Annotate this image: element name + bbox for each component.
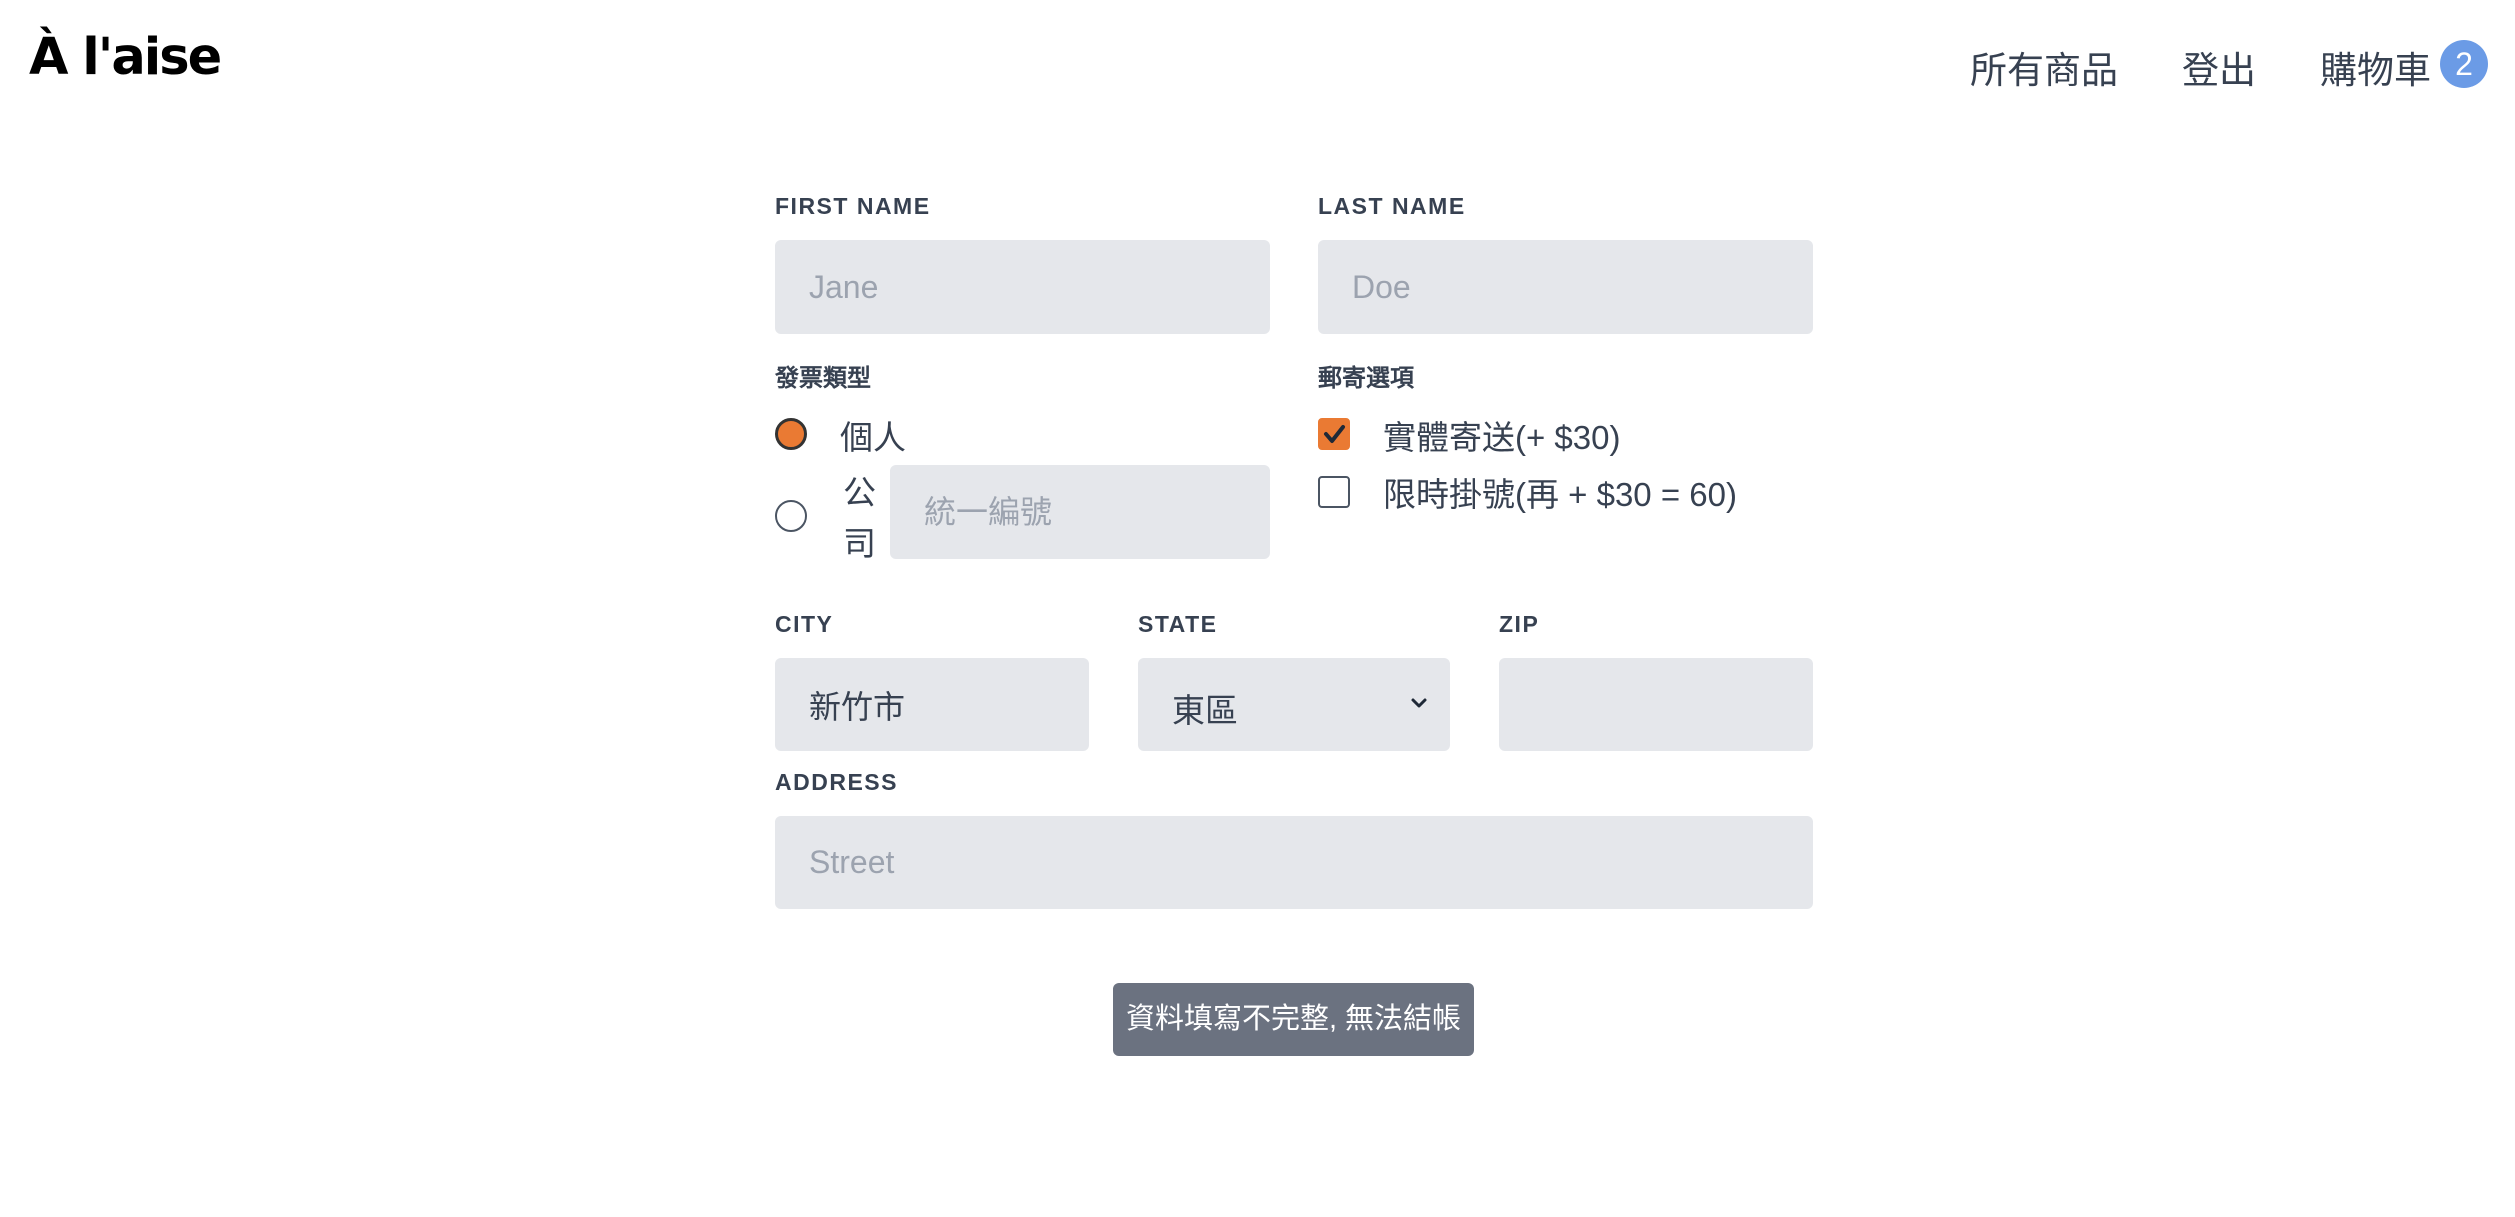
address-input[interactable] — [775, 816, 1813, 909]
last-name-label: LAST NAME — [1318, 193, 1466, 219]
invoice-company-label-line1[interactable]: 公 — [843, 466, 876, 514]
state-select[interactable]: 東區 — [1138, 658, 1450, 751]
incomplete-checkout-alert: 資料填寫不完整, 無法結帳 — [1113, 983, 1474, 1056]
first-name-label: FIRST NAME — [775, 193, 931, 219]
nav-all-products[interactable]: 所有商品 — [1970, 40, 2118, 94]
city-label: CITY — [775, 611, 834, 637]
invoice-company-radio[interactable] — [775, 500, 807, 532]
state-select-value: 東區 — [1172, 692, 1238, 729]
shipping-registered-checkbox[interactable] — [1318, 476, 1350, 508]
shipping-physical-checkbox[interactable] — [1318, 418, 1350, 450]
shipping-registered-label[interactable]: 限時掛號(再 + $30 = 60) — [1383, 468, 1737, 516]
shipping-physical-label[interactable]: 實體寄送(+ $30) — [1383, 411, 1620, 459]
checkmark-icon — [1324, 425, 1345, 443]
last-name-input[interactable] — [1318, 240, 1813, 334]
chevron-down-icon — [1411, 698, 1427, 708]
nav-logout[interactable]: 登出 — [2182, 40, 2256, 94]
cart-count-badge: 2 — [2440, 40, 2488, 88]
invoice-type-label: 發票類型 — [775, 365, 871, 392]
city-input[interactable] — [775, 658, 1089, 751]
brand-logo[interactable]: À l'aise — [29, 28, 222, 87]
first-name-input[interactable] — [775, 240, 1270, 334]
nav-cart[interactable]: 購物車 — [2320, 40, 2431, 94]
zip-label: ZIP — [1499, 611, 1540, 637]
state-label: STATE — [1138, 611, 1218, 637]
invoice-company-label-line2[interactable]: 司 — [843, 517, 876, 565]
address-label: ADDRESS — [775, 769, 898, 795]
shipping-options-label: 郵寄選項 — [1318, 365, 1414, 392]
tax-id-input[interactable] — [890, 465, 1270, 559]
invoice-personal-label[interactable]: 個人 — [840, 411, 906, 459]
invoice-personal-radio[interactable] — [775, 418, 807, 450]
zip-input[interactable] — [1499, 658, 1813, 751]
